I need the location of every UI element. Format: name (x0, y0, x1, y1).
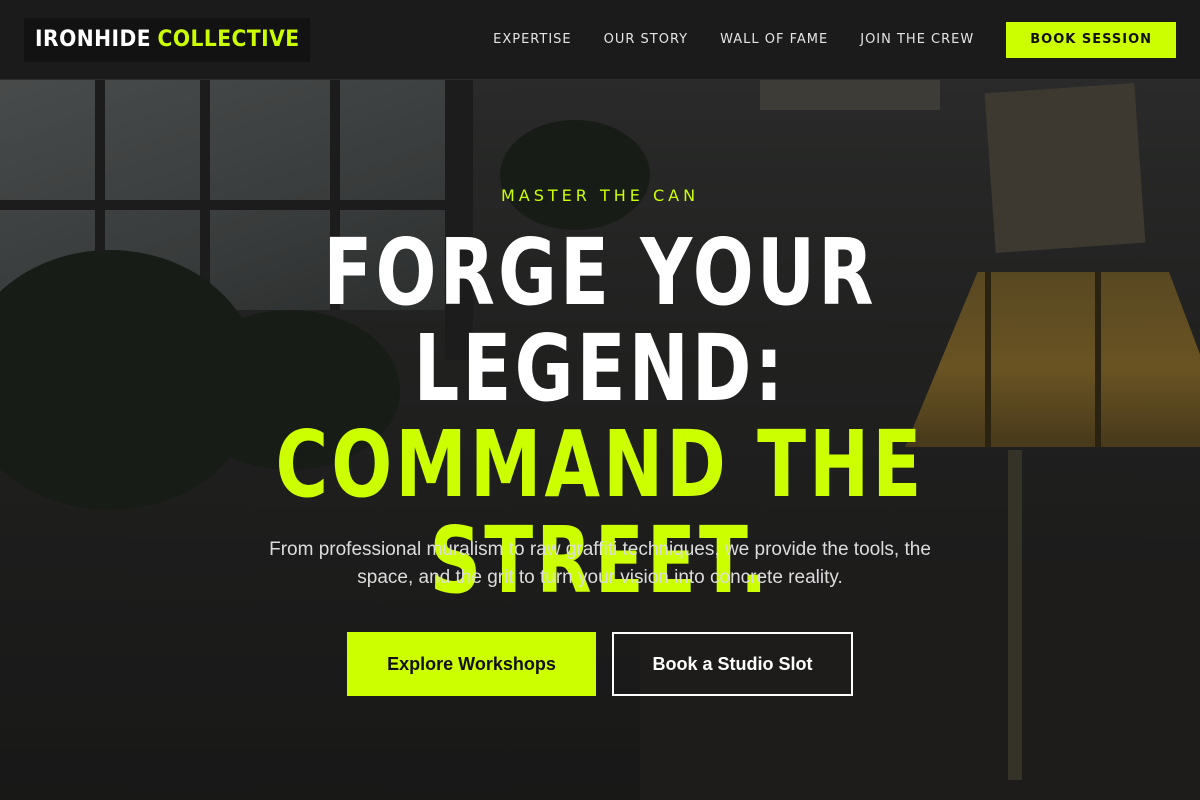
book-session-button[interactable]: BOOK SESSION (1006, 21, 1176, 58)
nav-link-our-story[interactable]: OUR STORY (604, 32, 688, 47)
headline-line-2: COMMAND THE (275, 411, 925, 518)
nav-link-wall-of-fame[interactable]: WALL OF FAME (720, 32, 828, 47)
hero-eyebrow: MASTER THE CAN (500, 186, 700, 205)
main-nav: EXPERTISE OUR STORY WALL OF FAME JOIN TH… (461, 21, 1176, 58)
book-studio-slot-button[interactable]: Book a Studio Slot (612, 632, 853, 696)
explore-workshops-button[interactable]: Explore Workshops (347, 632, 596, 696)
logo-text-accent: COLLECTIVE (157, 27, 300, 52)
hero-subtext: From professional muralism to raw graffi… (269, 539, 931, 588)
logo[interactable]: IRONHIDE COLLECTIVE (24, 17, 311, 62)
hero-section: MASTER THE CAN FORGE YOUR LEGEND: COMMAN… (0, 80, 1200, 800)
headline-line-1: FORGE YOUR LEGEND: (323, 219, 877, 422)
logo-text-primary: IRONHIDE (35, 27, 152, 52)
nav-link-expertise[interactable]: EXPERTISE (493, 32, 572, 47)
nav-link-join-the-crew[interactable]: JOIN THE CREW (860, 32, 974, 47)
site-header: IRONHIDE COLLECTIVE EXPERTISE OUR STORY … (0, 0, 1200, 80)
